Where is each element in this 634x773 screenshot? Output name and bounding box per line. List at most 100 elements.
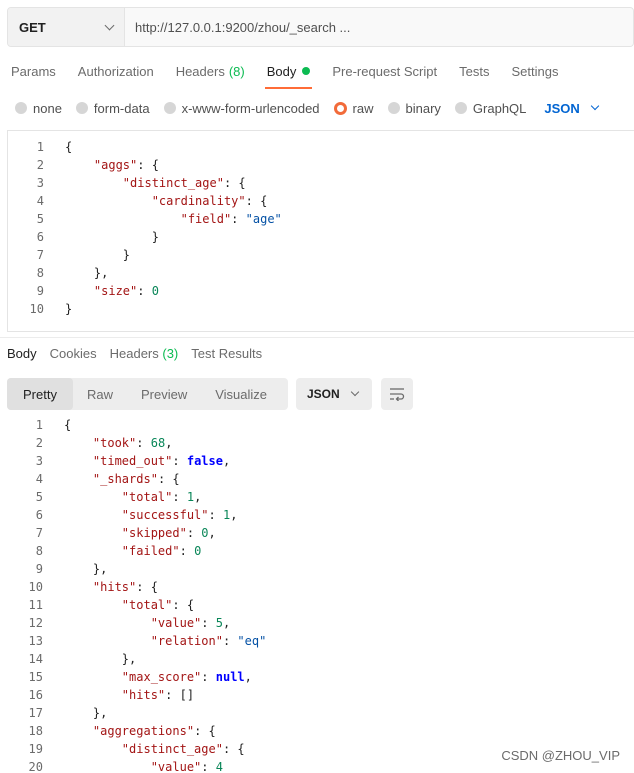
code-text: }, — [92, 562, 108, 576]
code-text: "_shards": { — [92, 472, 180, 486]
wrap-lines-button[interactable] — [381, 378, 413, 410]
tab-label: Body — [266, 63, 297, 79]
view-pretty-button[interactable]: Pretty — [7, 378, 73, 410]
radio-label: none — [33, 100, 62, 116]
line-number: 11 — [28, 598, 43, 612]
code-text: "hits": [] — [121, 688, 195, 702]
radio-circle — [163, 102, 176, 114]
tab-response-headers[interactable]: Headers (3) — [110, 346, 179, 366]
line-number: 6 — [36, 230, 44, 244]
response-tabs: Body Cookies Headers (3) Test Results — [7, 346, 275, 366]
code-text: "max_score": null, — [121, 670, 252, 684]
radio-label: form-data — [93, 100, 150, 116]
tab-label: Headers — [109, 346, 159, 361]
response-body-line: 9 }, — [0, 560, 634, 578]
view-visualize-button[interactable]: Visualize — [201, 378, 281, 410]
response-body-line: 14 }, — [0, 650, 634, 668]
tab-headers[interactable]: Headers (8) — [165, 55, 256, 87]
chevron-down-icon — [590, 101, 600, 111]
pane-divider[interactable] — [0, 337, 634, 338]
line-number: 9 — [35, 562, 43, 576]
response-body-line: 2 "took": 68, — [0, 434, 634, 452]
request-body-editor[interactable]: 1{2 "aggs": {3 "distinct_age": {4 "cardi… — [7, 130, 634, 332]
response-body-line: 10 "hits": { — [0, 578, 634, 596]
code-text: } — [122, 248, 131, 262]
language-select[interactable]: JSON — [544, 100, 600, 116]
radio-form-data[interactable]: form-data — [75, 100, 150, 116]
radio-circle — [387, 102, 400, 114]
tab-settings[interactable]: Settings — [500, 55, 569, 87]
line-number: 19 — [28, 742, 43, 756]
line-number: 1 — [36, 140, 44, 154]
radio-circle — [15, 102, 27, 114]
response-body-line: 18 "aggregations": { — [0, 722, 634, 740]
tab-tests[interactable]: Tests — [448, 55, 500, 87]
tab-params[interactable]: Params — [0, 55, 67, 87]
view-raw-button[interactable]: Raw — [73, 378, 127, 410]
code-text: } — [65, 302, 73, 316]
code-text: "hits": { — [92, 580, 158, 594]
line-number: 7 — [36, 248, 44, 262]
line-number: 10 — [29, 302, 44, 316]
tab-label: Settings — [511, 63, 559, 79]
radio-none[interactable]: none — [15, 101, 62, 116]
code-text: }, — [93, 266, 109, 280]
line-number: 12 — [28, 616, 43, 630]
response-body-viewer[interactable]: 1{2 "took": 68, 3 "timed_out": false, 4 "_… — [0, 416, 634, 773]
radio-binary[interactable]: binary — [387, 100, 441, 116]
view-preview-button[interactable]: Preview — [127, 378, 201, 410]
url-text: http://127.0.0.1:9200/zhou/_search ... — [135, 19, 351, 35]
code-text: "cardinality": { — [151, 194, 268, 208]
tab-pre-request-script[interactable]: Pre-request Script — [321, 55, 448, 87]
code-text: "aggregations": { — [92, 724, 216, 738]
request-body-line: 6 } — [8, 228, 634, 246]
code-text: "skipped": 0, — [121, 526, 216, 540]
url-input[interactable]: http://127.0.0.1:9200/zhou/_search ... — [125, 8, 633, 46]
tab-label: Params — [11, 63, 56, 79]
tab-label: Headers — [175, 63, 225, 79]
tab-authorization[interactable]: Authorization — [67, 55, 165, 87]
language-label: JSON — [544, 100, 580, 116]
radio-x-www-form-urlencoded[interactable]: x-www-form-urlencoded — [163, 101, 320, 116]
radio-graphql[interactable]: GraphQL — [454, 101, 526, 116]
response-body-line: 12 "value": 5, — [0, 614, 634, 632]
code-text: } — [151, 230, 159, 244]
line-number: 17 — [28, 706, 43, 720]
tab-body[interactable]: Body — [256, 55, 322, 89]
tab-cookies[interactable]: Cookies — [50, 346, 97, 366]
radio-circle-selected — [333, 101, 347, 115]
code-text: }, — [92, 706, 108, 720]
tab-response-body[interactable]: Body — [7, 346, 37, 366]
response-body-line: 5 "total": 1, — [0, 488, 634, 506]
request-tabs: Params Authorization Headers (8) Body Pre… — [0, 55, 569, 89]
code-text: { — [64, 418, 72, 432]
radio-label: binary — [405, 100, 441, 116]
response-format-select[interactable]: JSON — [296, 378, 372, 410]
tab-test-results[interactable]: Test Results — [191, 346, 262, 366]
response-body-line: 4 "_shards": { — [0, 470, 634, 488]
code-text: "distinct_age": { — [122, 176, 246, 190]
response-body-line: 7 "skipped": 0, — [0, 524, 634, 542]
code-text: "field": "age" — [180, 212, 282, 226]
line-number: 15 — [28, 670, 43, 684]
line-number: 3 — [36, 176, 44, 190]
request-body-line: 9 "size": 0 — [8, 282, 634, 300]
line-number: 7 — [35, 526, 43, 540]
line-number: 4 — [35, 472, 43, 486]
format-label: JSON — [307, 387, 340, 401]
request-body-line: 5 "field": "age" — [8, 210, 634, 228]
line-number: 1 — [35, 418, 43, 432]
line-number: 10 — [28, 580, 43, 594]
radio-label: raw — [352, 100, 374, 116]
line-number: 9 — [36, 284, 44, 298]
method-select[interactable]: GET — [8, 8, 125, 46]
request-url-bar: GET http://127.0.0.1:9200/zhou/_search .… — [7, 7, 634, 47]
line-number: 4 — [36, 194, 44, 208]
radio-raw[interactable]: raw — [333, 100, 374, 116]
line-number: 8 — [36, 266, 44, 280]
line-number: 14 — [28, 652, 43, 666]
method-label: GET — [19, 19, 46, 35]
watermark: CSDN @ZHOU_VIP — [501, 748, 620, 763]
line-number: 2 — [35, 436, 43, 450]
line-number: 5 — [35, 490, 43, 504]
